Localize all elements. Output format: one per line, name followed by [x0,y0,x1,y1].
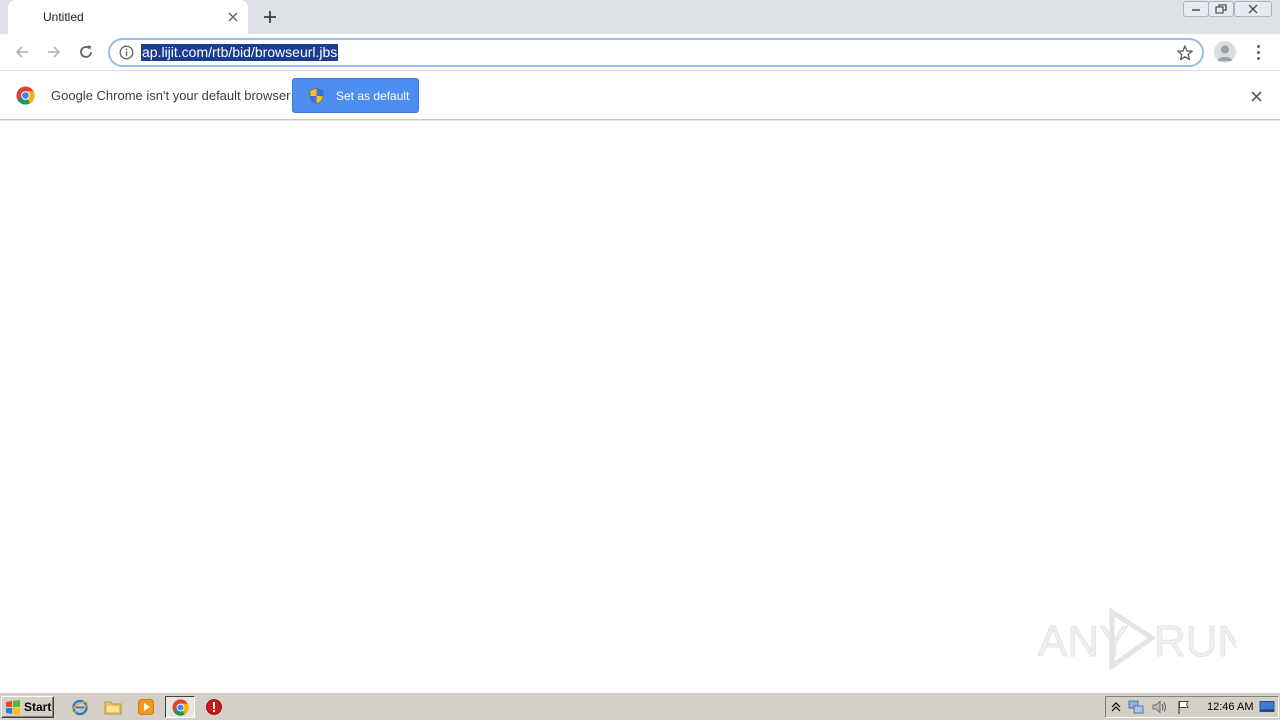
show-desktop-button[interactable] [1258,699,1276,715]
dot-icon [1256,56,1260,60]
minimize-button[interactable] [1183,1,1209,17]
dot-icon [1256,44,1260,48]
stop-icon [206,699,222,715]
chrome-logo-icon [16,86,35,105]
taskbar-explorer-button[interactable] [102,697,124,717]
flag-icon [1178,700,1189,714]
chevron-up-icon [1111,702,1121,712]
bookmark-star-icon[interactable] [1176,44,1194,62]
forward-arrow-icon [48,46,61,58]
set-as-default-label: Set as default [336,89,410,103]
close-icon [1248,4,1258,14]
show-desktop-icon [1259,701,1275,712]
taskbar-chrome-button[interactable] [165,696,195,718]
tab-title: Untitled [43,10,84,24]
taskbar-ie-button[interactable] [69,697,91,717]
tab-strip: Untitled [0,0,1280,34]
start-button[interactable]: Start [1,696,54,718]
infobar-message: Google Chrome isn't your default browser [51,88,291,103]
forward-button[interactable] [42,40,66,64]
back-arrow-icon [15,46,28,58]
reload-icon [80,45,92,58]
watermark-text-right: RUN [1154,617,1236,666]
taskbar-media-player-button[interactable] [135,697,157,717]
restore-icon [1215,4,1227,14]
screen: Untitled ap.lijit.com/rtb/bid/browseurl.… [0,0,1280,720]
taskbar: Start 12:46 AM [0,692,1280,720]
set-as-default-button[interactable]: Set as default [292,78,419,113]
close-window-button[interactable] [1234,1,1272,17]
anyrun-watermark: ANY RUN [1038,607,1236,671]
back-button[interactable] [10,40,34,64]
toolbar: ap.lijit.com/rtb/bid/browseurl.jbs [0,34,1280,71]
uac-shield-icon [309,88,324,104]
close-icon [1250,90,1262,102]
url-text[interactable]: ap.lijit.com/rtb/bid/browseurl.jbs [141,44,339,61]
ie-icon [71,699,89,716]
media-player-icon [138,699,154,715]
system-tray: 12:46 AM [1105,696,1279,718]
taskbar-stop-button[interactable] [203,697,225,717]
windows-logo-icon [6,699,20,715]
tray-network-button[interactable] [1127,699,1145,715]
plus-icon [264,11,276,23]
chrome-icon [171,698,189,716]
new-tab-button[interactable] [259,6,281,28]
address-bar[interactable]: ap.lijit.com/rtb/bid/browseurl.jbs [108,38,1204,67]
chrome-menu-button[interactable] [1250,42,1266,62]
network-icon [1128,700,1143,713]
infobar-close-button[interactable] [1246,86,1266,106]
info-icon[interactable] [119,45,134,60]
tray-expand-button[interactable] [1107,699,1125,715]
tray-volume-button[interactable] [1151,699,1169,715]
restore-button[interactable] [1208,1,1234,17]
tab-untitled[interactable]: Untitled [8,0,248,34]
tab-close-icon[interactable] [224,8,242,26]
default-browser-infobar: Google Chrome isn't your default browser… [0,71,1280,120]
tray-action-center-button[interactable] [1175,699,1193,715]
dot-icon [1256,50,1260,54]
volume-icon [1152,700,1166,714]
reload-button[interactable] [74,40,98,64]
person-icon [1217,45,1233,61]
explorer-folder-icon [104,701,122,715]
profile-avatar[interactable] [1214,41,1236,63]
start-label: Start [24,700,52,714]
taskbar-clock[interactable]: 12:46 AM [1207,701,1253,713]
minimize-icon [1192,9,1200,11]
watermark-text-left: ANY [1038,617,1128,666]
